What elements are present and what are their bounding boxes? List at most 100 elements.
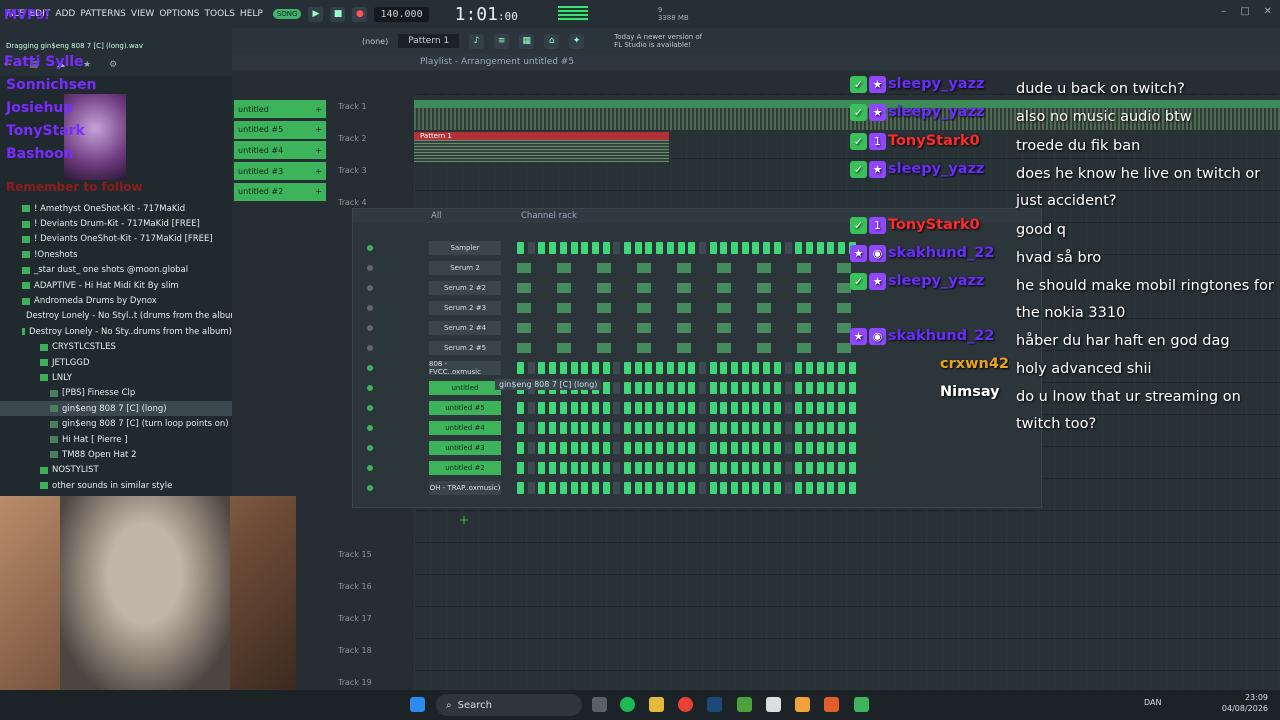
channel-led-icon[interactable] — [367, 345, 373, 351]
step-button[interactable] — [645, 422, 653, 434]
step-button[interactable] — [527, 462, 535, 474]
channel-name-button[interactable]: Serum 2 #4 — [429, 321, 501, 335]
step-button[interactable] — [634, 482, 642, 494]
step-button[interactable] — [677, 362, 685, 374]
step-button[interactable] — [559, 422, 567, 434]
chat-username[interactable]: TonyStark0 — [888, 217, 980, 233]
step-button[interactable] — [613, 382, 621, 394]
step-button[interactable] — [688, 362, 696, 374]
step-button[interactable] — [602, 382, 610, 394]
step-button[interactable] — [741, 242, 749, 254]
steam-icon[interactable] — [707, 697, 722, 712]
step-button[interactable] — [624, 442, 631, 454]
step-button[interactable] — [709, 402, 717, 414]
step-button[interactable] — [827, 402, 835, 414]
step-button[interactable] — [634, 442, 642, 454]
step-button[interactable] — [827, 442, 835, 454]
step-button[interactable] — [752, 242, 760, 254]
step-button[interactable] — [741, 402, 749, 414]
step-button[interactable] — [709, 442, 717, 454]
pattern-item[interactable]: untitled + — [234, 100, 326, 118]
step-button[interactable] — [752, 402, 760, 414]
step-button[interactable] — [570, 242, 578, 254]
pattern-item[interactable]: untitled #2 + — [234, 182, 326, 201]
step-button[interactable] — [731, 402, 738, 414]
step-button[interactable] — [666, 242, 674, 254]
step-button[interactable] — [559, 482, 567, 494]
step-button[interactable] — [549, 482, 557, 494]
step-button[interactable] — [559, 402, 567, 414]
step-button[interactable] — [591, 482, 599, 494]
windows-start-icon[interactable] — [410, 697, 425, 712]
plus-icon[interactable]: + — [315, 125, 322, 134]
step-button[interactable] — [827, 422, 835, 434]
chat-username[interactable]: crxwn420 — [940, 356, 1010, 372]
channel-led-icon[interactable] — [367, 365, 373, 371]
step-button[interactable] — [741, 422, 749, 434]
step-button[interactable] — [752, 482, 760, 494]
step-button[interactable] — [688, 242, 696, 254]
step-button[interactable] — [848, 402, 856, 414]
step-button[interactable] — [741, 442, 749, 454]
step-button[interactable] — [570, 422, 578, 434]
step-button[interactable] — [624, 242, 631, 254]
step-button[interactable] — [731, 422, 738, 434]
step-button[interactable] — [656, 382, 664, 394]
step-button[interactable] — [677, 462, 685, 474]
step-button[interactable] — [677, 482, 685, 494]
step-button[interactable] — [624, 382, 631, 394]
step-button[interactable] — [559, 462, 567, 474]
step-button[interactable] — [805, 482, 813, 494]
track-label[interactable]: Track 1 — [338, 102, 408, 111]
step-button[interactable] — [645, 362, 653, 374]
step-button[interactable] — [517, 402, 524, 414]
step-button[interactable] — [773, 422, 781, 434]
step-button[interactable] — [666, 482, 674, 494]
step-button[interactable] — [795, 382, 803, 394]
browser-item[interactable]: gin$eng 808 7 [C] (turn loop points on) — [0, 416, 232, 431]
pattern-item[interactable]: untitled #4 + — [234, 141, 326, 160]
piano-roll-icon[interactable]: ♪ — [469, 33, 485, 49]
step-button[interactable] — [538, 402, 546, 414]
play-icon[interactable]: ▶ — [308, 6, 324, 22]
step-button[interactable] — [731, 362, 738, 374]
menu-help[interactable]: HELP — [240, 9, 263, 19]
step-button[interactable] — [720, 442, 728, 454]
step-button[interactable] — [677, 422, 685, 434]
chat-username[interactable]: TonyStark0 — [888, 133, 980, 149]
step-button[interactable] — [688, 442, 696, 454]
step-button[interactable] — [763, 422, 771, 434]
song-mode-toggle[interactable]: SONG — [272, 9, 302, 19]
step-button[interactable] — [838, 462, 845, 474]
track-label[interactable]: Track 15 — [338, 550, 408, 559]
step-button[interactable] — [634, 402, 642, 414]
channel-led-icon[interactable] — [367, 405, 373, 411]
step-button[interactable] — [838, 382, 845, 394]
step-button[interactable] — [602, 442, 610, 454]
step-button[interactable] — [538, 482, 546, 494]
step-button[interactable] — [634, 362, 642, 374]
browser-icon[interactable]: ⌂ — [544, 33, 560, 49]
step-button[interactable] — [527, 402, 535, 414]
step-button[interactable] — [549, 462, 557, 474]
step-button[interactable] — [549, 362, 557, 374]
step-button[interactable] — [698, 362, 706, 374]
chat-username[interactable]: sleepy_yazz — [888, 161, 984, 177]
step-button[interactable] — [763, 402, 771, 414]
browser-item[interactable]: _star dust_ one shots @moon.global — [0, 263, 232, 278]
step-button[interactable] — [698, 242, 706, 254]
mixer-icon[interactable]: ≡ — [494, 33, 510, 49]
chat-username[interactable]: Nimsay — [940, 384, 1000, 400]
step-button[interactable] — [773, 482, 781, 494]
step-button[interactable] — [773, 402, 781, 414]
step-button[interactable] — [709, 422, 717, 434]
mini-piano-roll[interactable] — [517, 343, 857, 353]
pattern-item[interactable]: untitled #5 + — [234, 120, 326, 139]
step-button[interactable] — [795, 362, 803, 374]
step-button[interactable] — [613, 362, 621, 374]
plugin-icon[interactable]: ✦ — [569, 33, 585, 49]
minimize-icon[interactable]: – — [1221, 6, 1226, 17]
step-button[interactable] — [795, 442, 803, 454]
step-button[interactable] — [827, 382, 835, 394]
step-button[interactable] — [581, 462, 589, 474]
